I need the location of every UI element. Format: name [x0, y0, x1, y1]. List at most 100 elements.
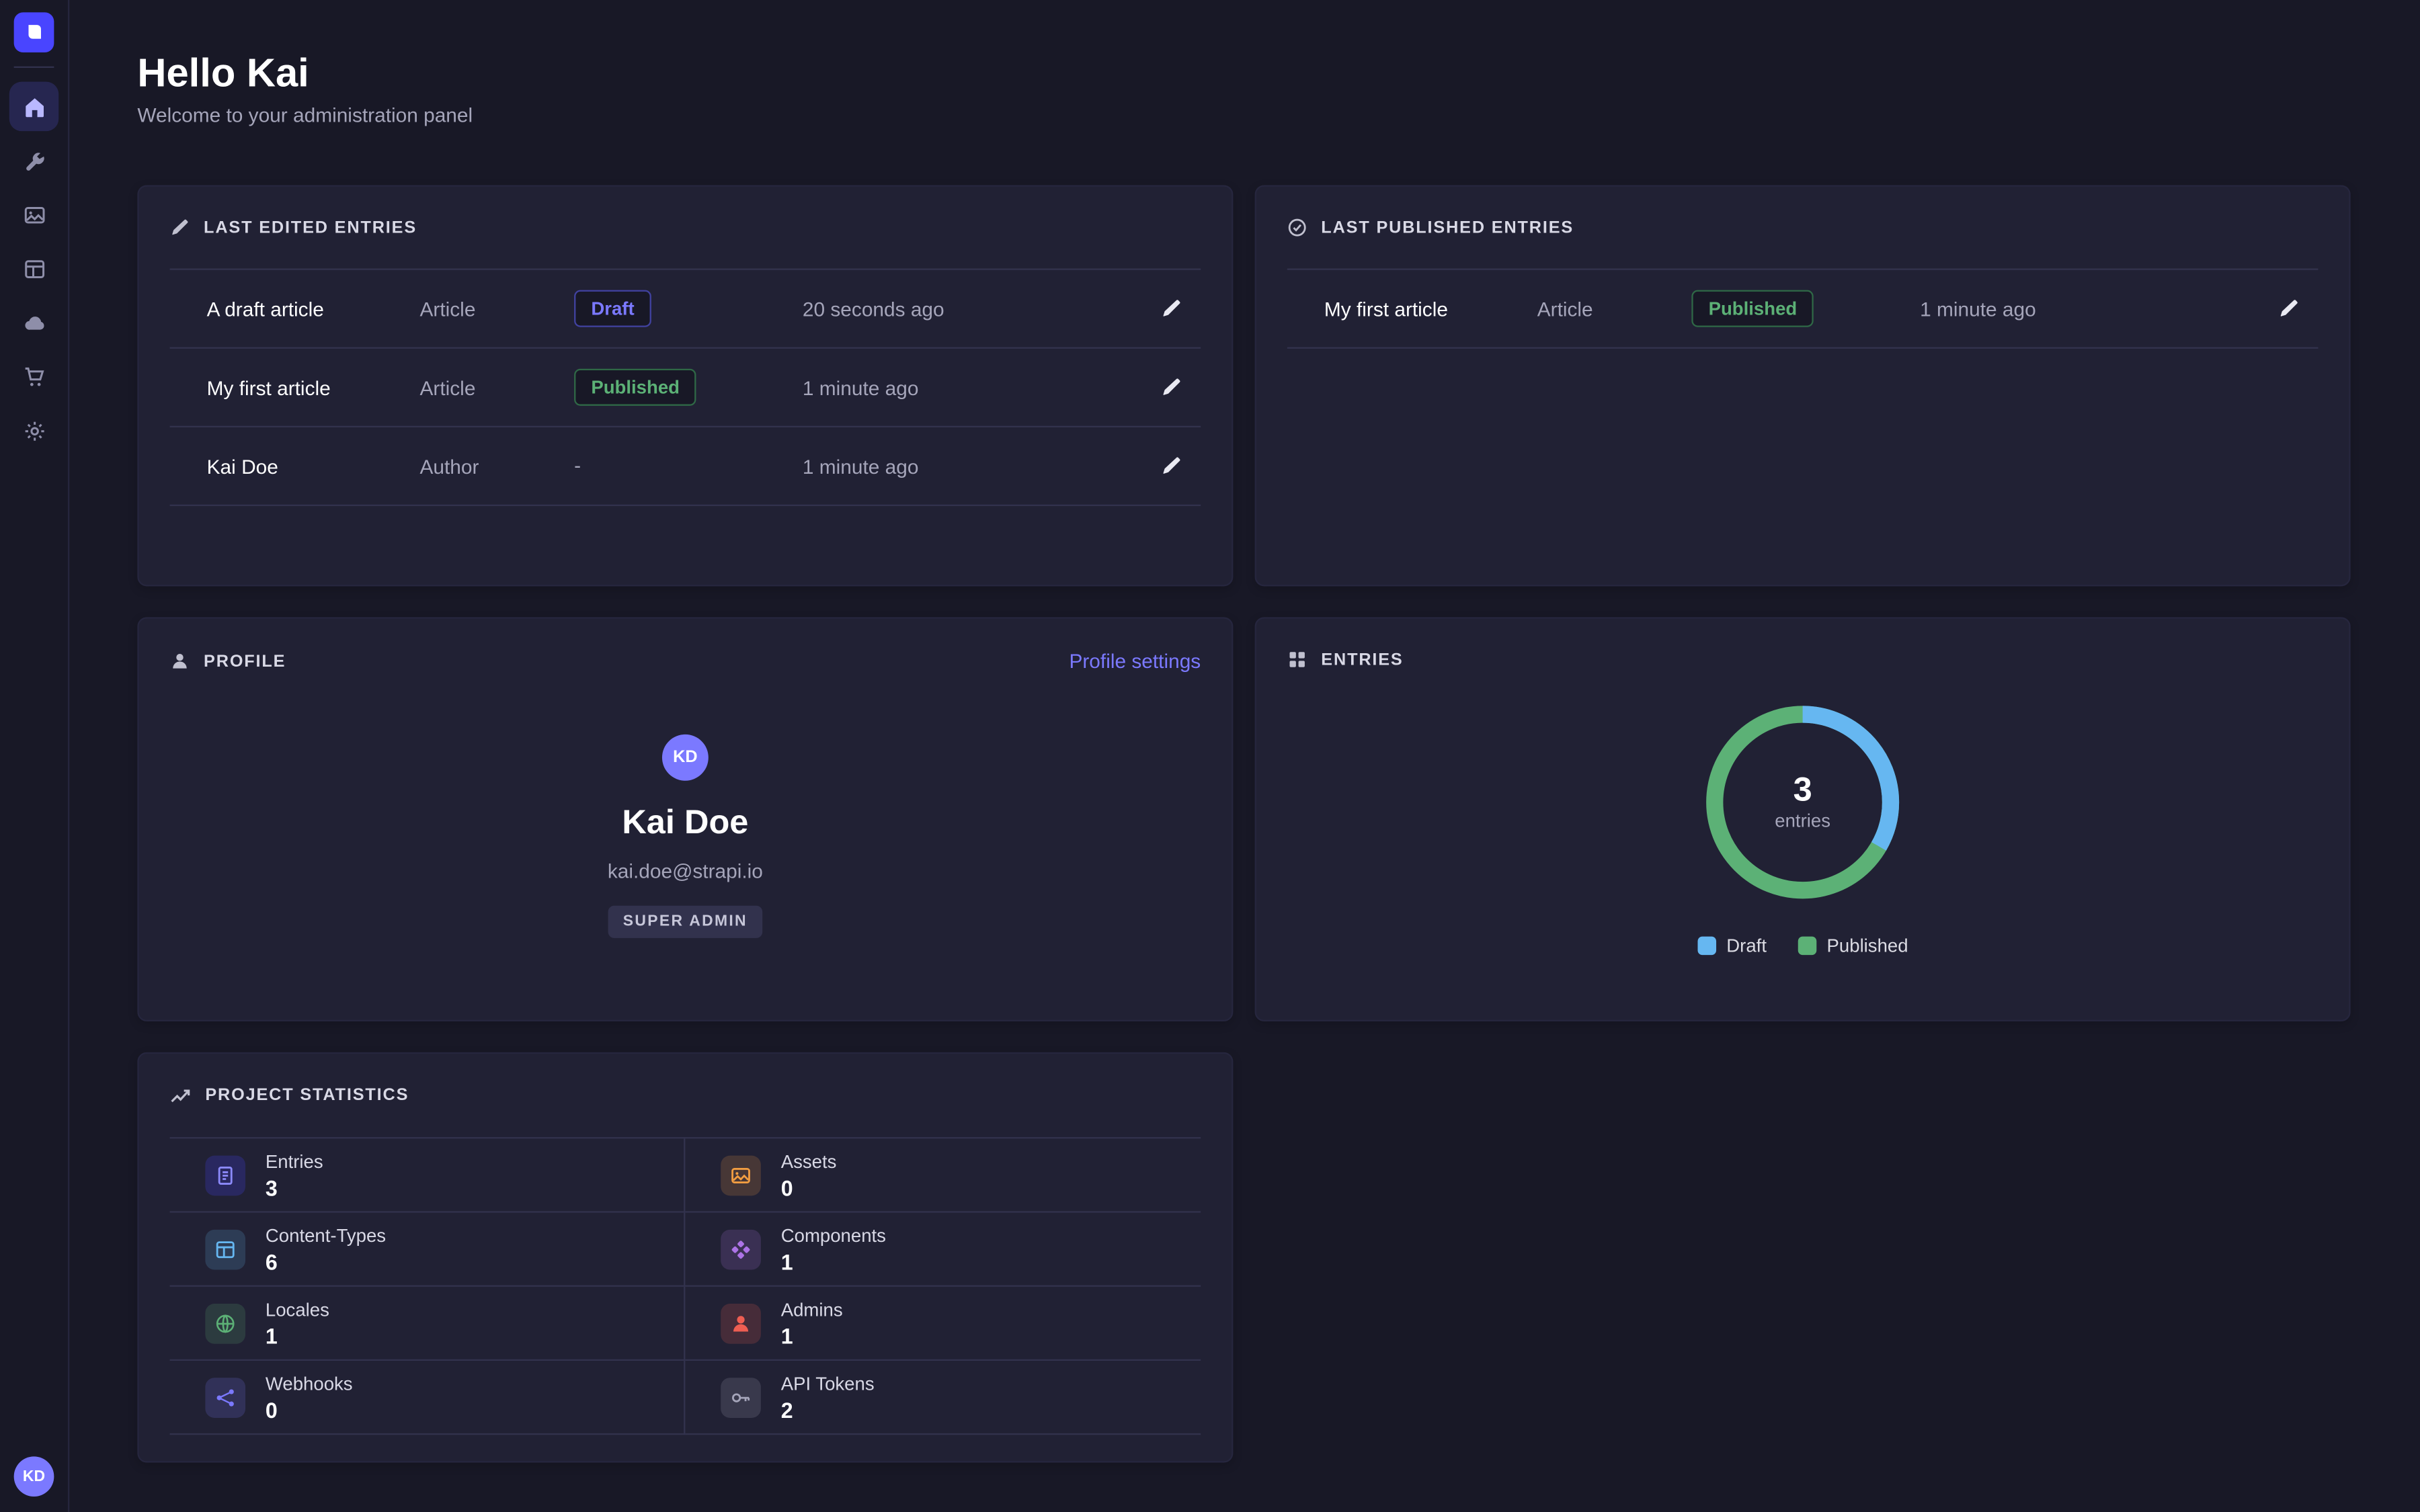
avatar: KD	[662, 734, 709, 781]
sidebar-item-marketplace[interactable]	[9, 351, 58, 401]
user-avatar[interactable]: KD	[14, 1456, 54, 1497]
entry-actions	[1133, 292, 1188, 326]
panel-header: PROFILE Profile settings	[170, 650, 1201, 673]
legend-label: Draft	[1726, 935, 1767, 956]
last-published-entries-panel: LAST PUBLISHED ENTRIES My first article …	[1255, 185, 2351, 587]
last-edited-entries-panel: LAST EDITED ENTRIES A draft article Arti…	[137, 185, 1233, 587]
profile-settings-link[interactable]: Profile settings	[1069, 650, 1201, 673]
entry-name: A draft article	[207, 297, 420, 320]
sidebar-item-cloud[interactable]	[9, 298, 58, 347]
sidebar-item-content-manager[interactable]	[9, 244, 58, 293]
edit-entry-button[interactable]	[1154, 292, 1188, 326]
entry-status: Draft	[574, 290, 803, 327]
pencil-icon	[1161, 298, 1182, 319]
donut-chart: 3 entries	[1704, 704, 1902, 901]
table-row: A draft article Article Draft 20 seconds…	[170, 270, 1201, 349]
stat-label: Components	[781, 1224, 886, 1246]
stat-value: 1	[266, 1323, 329, 1348]
stat-components: Components1	[685, 1213, 1201, 1287]
stat-label: Locales	[266, 1298, 329, 1320]
page-subtitle: Welcome to your administration panel	[137, 103, 2350, 126]
stat-label: Content-Types	[266, 1224, 386, 1246]
key-icon	[721, 1377, 761, 1417]
entry-name: Kai Doe	[207, 454, 420, 477]
entries-count-label: entries	[1775, 810, 1830, 831]
stat-webhooks: Webhooks 0	[170, 1361, 686, 1435]
page-title: Hello Kai	[137, 52, 2350, 93]
stat-value: 2	[781, 1397, 875, 1422]
person-icon	[721, 1303, 761, 1343]
stat-label: API Tokens	[781, 1372, 875, 1394]
entry-status: Published	[1691, 290, 1920, 327]
entry-name: My first article	[1324, 297, 1537, 320]
panel-header: PROJECT STATISTICS	[170, 1085, 1201, 1106]
entries-panel: ENTRIES 3 entries	[1255, 617, 2351, 1021]
entry-name: My first article	[207, 376, 420, 398]
profile-body: KD Kai Doe kai.doe@strapi.io SUPER ADMIN	[170, 673, 1201, 938]
stat-value: 3	[266, 1175, 323, 1200]
admin-app: KD Hello Kai Welcome to your administrat…	[0, 0, 2420, 1512]
strapi-logo[interactable]	[14, 12, 54, 52]
last-edited-table: A draft article Article Draft 20 seconds…	[170, 268, 1201, 506]
sidebar-item-home[interactable]	[9, 82, 58, 131]
stat-api-tokens: API Tokens 2	[685, 1361, 1201, 1435]
layout-icon	[22, 257, 45, 280]
grid-icon	[1287, 650, 1307, 670]
panel-title: PROFILE	[204, 652, 286, 671]
entry-status: Published	[574, 369, 803, 406]
sidebar-item-content-type-builder[interactable]	[9, 136, 58, 185]
table-row: Kai Doe Author - 1 minute ago	[170, 427, 1201, 506]
globe-icon	[205, 1303, 245, 1343]
image-icon	[721, 1154, 761, 1195]
stat-admins: Admins1	[685, 1287, 1201, 1361]
edit-entry-button[interactable]	[1154, 449, 1188, 483]
edit-entry-button[interactable]	[2272, 292, 2306, 326]
table-row: My first article Article Published 1 min…	[170, 349, 1201, 427]
status-badge: Published	[1691, 290, 1814, 327]
pencil-icon	[1161, 455, 1182, 476]
status-none: -	[574, 454, 581, 476]
stat-value: 0	[266, 1397, 353, 1422]
edit-entry-button[interactable]	[1154, 370, 1188, 405]
trend-up-icon	[170, 1085, 192, 1106]
stat-label: Assets	[781, 1150, 837, 1172]
panel-header: ENTRIES	[1287, 650, 2318, 670]
entry-kind: Article	[1537, 297, 1692, 320]
role-badge: SUPER ADMIN	[608, 906, 763, 938]
last-published-table: My first article Article Published 1 min…	[1287, 268, 2318, 348]
entry-time: 1 minute ago	[803, 454, 1133, 477]
pencil-icon	[2278, 298, 2300, 319]
legend-item-published: Published	[1798, 935, 1908, 956]
main-content: Hello Kai Welcome to your administration…	[69, 0, 2420, 1512]
stat-value: 0	[781, 1175, 837, 1200]
sidebar-item-settings[interactable]	[9, 406, 58, 455]
panel-title: PROJECT STATISTICS	[205, 1086, 409, 1105]
status-badge: Draft	[574, 290, 651, 327]
stat-content-types: Content-Types6	[170, 1213, 686, 1287]
entry-actions	[1133, 370, 1188, 405]
page-scaler: KD Hello Kai Welcome to your administrat…	[0, 0, 2420, 1512]
wrench-icon	[22, 149, 45, 172]
entry-time: 1 minute ago	[1920, 297, 2250, 320]
entry-kind: Author	[419, 454, 574, 477]
pencil-icon	[170, 218, 190, 238]
gear-icon	[22, 419, 45, 442]
table-row: My first article Article Published 1 min…	[1287, 270, 2318, 349]
published-swatch	[1798, 937, 1816, 956]
panel-title: ENTRIES	[1321, 650, 1403, 669]
entries-count: 3	[1793, 773, 1812, 807]
pencil-icon	[1161, 376, 1182, 398]
stat-assets: Assets 0	[685, 1138, 1201, 1212]
stats-grid: Entries3 Assets0 Content-Types6	[170, 1137, 1201, 1435]
stat-locales: Locales 1	[170, 1287, 686, 1361]
entry-kind: Article	[419, 376, 574, 398]
entry-time: 20 seconds ago	[803, 297, 1133, 320]
status-badge: Published	[574, 369, 696, 406]
stat-label: Webhooks	[266, 1372, 353, 1394]
entry-status: -	[574, 452, 803, 480]
legend-item-draft: Draft	[1697, 935, 1767, 956]
person-icon	[170, 651, 190, 671]
home-icon	[22, 95, 45, 118]
sidebar-item-media-library[interactable]	[9, 190, 58, 239]
document-icon	[205, 1154, 245, 1195]
